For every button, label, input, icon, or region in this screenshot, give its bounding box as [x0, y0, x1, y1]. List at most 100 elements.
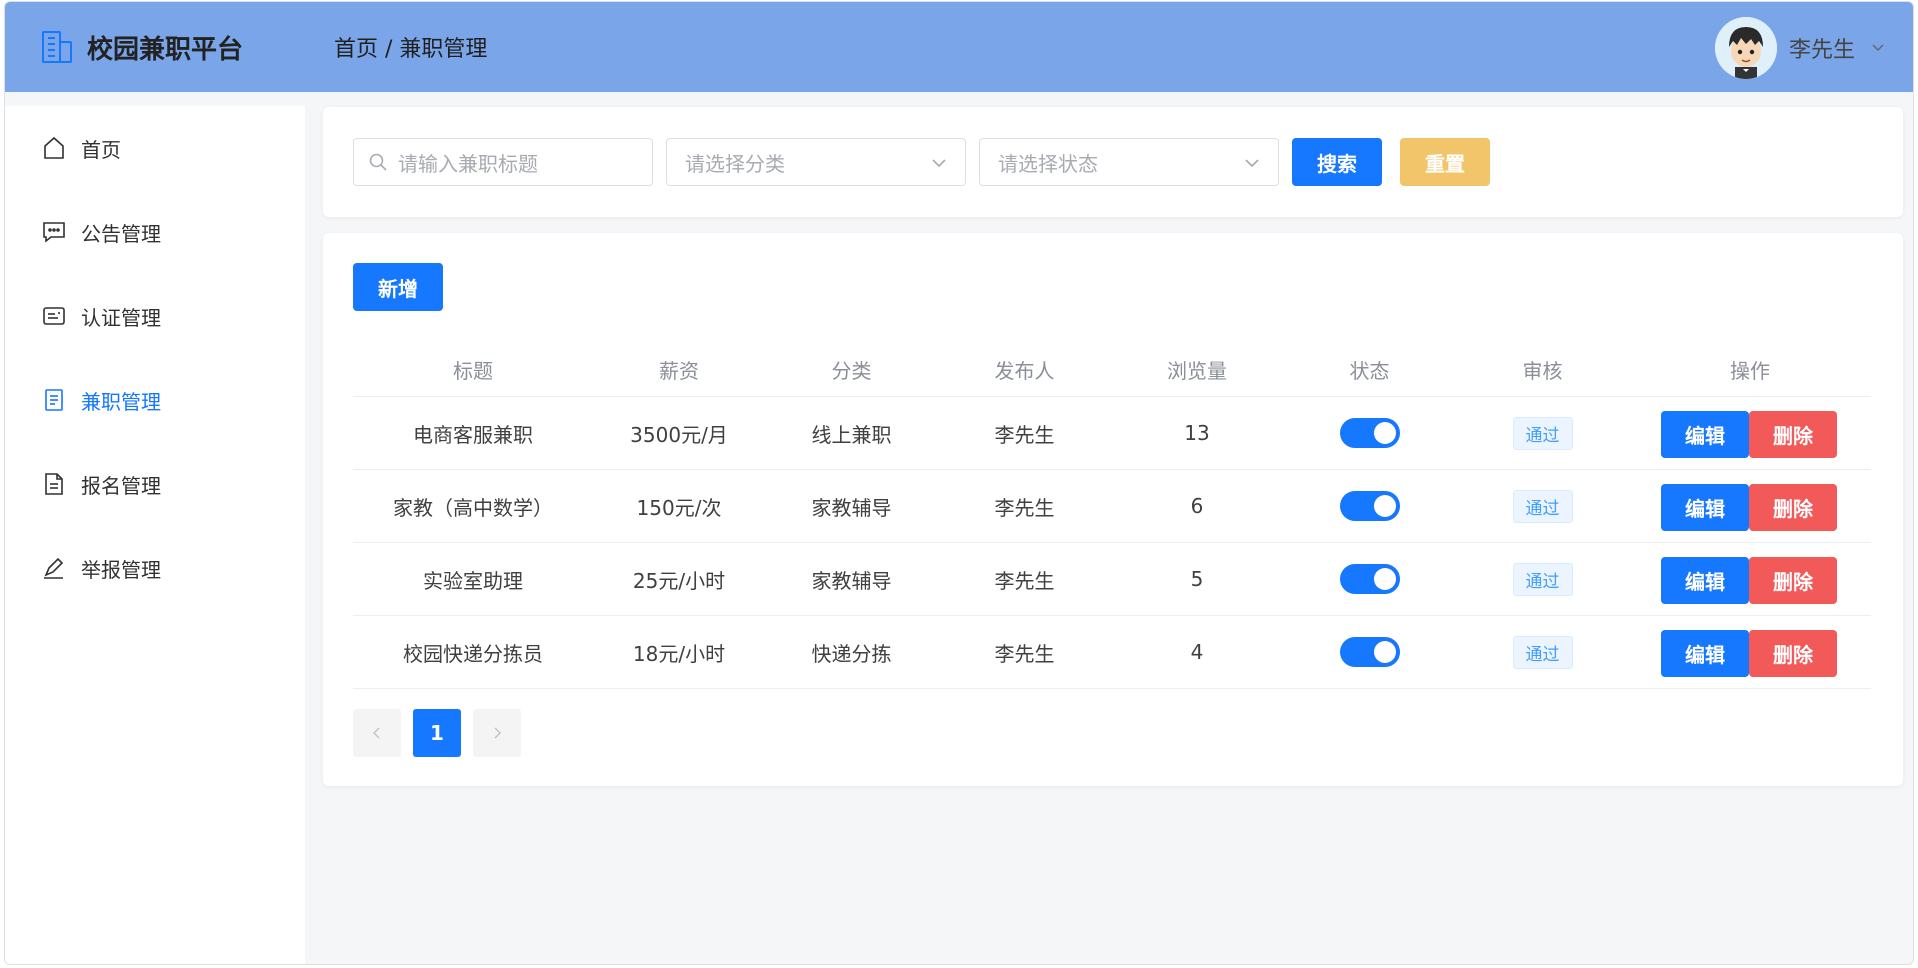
edit-button[interactable]: 编辑: [1661, 411, 1749, 458]
sidebar-item-certification[interactable]: 认证管理: [5, 274, 305, 358]
cell-actions: 编辑 删除: [1629, 470, 1871, 542]
next-page-button[interactable]: [473, 709, 521, 757]
review-tag: 通过: [1512, 489, 1573, 523]
cell-status: [1283, 564, 1456, 594]
cell-views: 13: [1184, 421, 1210, 445]
sidebar-item-home[interactable]: 首页: [5, 106, 305, 190]
prev-page-button[interactable]: [353, 709, 401, 757]
cell-title: 电商客服兼职: [413, 422, 533, 447]
title-search-input[interactable]: 请输入兼职标题: [353, 138, 653, 186]
status-select-placeholder: 请选择状态: [998, 151, 1098, 176]
sidebar-item-reports[interactable]: 举报管理: [5, 526, 305, 610]
status-toggle[interactable]: [1339, 637, 1400, 667]
document-icon: [45, 389, 63, 411]
sidebar-item-label: 认证管理: [81, 305, 161, 330]
chevron-left-icon: [372, 727, 380, 739]
chevron-right-icon: [494, 727, 502, 739]
cell-publisher: 李先生: [994, 568, 1055, 593]
table-header: 标题 薪资 分类 发布人 浏览量 状态 审核 操作: [353, 343, 1871, 397]
cell-actions: 编辑 删除: [1629, 397, 1871, 469]
delete-button[interactable]: 删除: [1749, 484, 1837, 531]
cell-publisher: 李先生: [994, 641, 1055, 666]
sidebar-item-label: 兼职管理: [81, 389, 161, 414]
cell-views: 6: [1190, 494, 1204, 518]
avatar-image: [1714, 17, 1777, 79]
delete-button[interactable]: 删除: [1749, 630, 1837, 677]
edit-button[interactable]: 编辑: [1661, 630, 1749, 677]
chevron-down-icon: [932, 159, 946, 168]
toggle-knob: [1373, 422, 1396, 444]
edit-button[interactable]: 编辑: [1661, 557, 1749, 604]
column-header: 分类: [831, 359, 872, 383]
search-panel: 请输入兼职标题 请选择分类 请选择状态 搜索 重置: [323, 107, 1903, 217]
table-row: 校园快递分拣员 18元/小时 快递分拣 李先生 4 通过 编辑 删除: [353, 616, 1871, 689]
status-toggle[interactable]: [1339, 491, 1400, 521]
sidebar-item-parttime[interactable]: 兼职管理: [5, 358, 305, 442]
cell-review: 通过: [1456, 416, 1629, 450]
search-button[interactable]: 搜索: [1292, 138, 1382, 186]
reset-button[interactable]: 重置: [1400, 138, 1490, 186]
search-icon: [369, 153, 387, 171]
app-window: 校园兼职平台 首页 / 兼职管理 李先生 首页 公告管理 认证管理 兼职管理 报…: [4, 1, 1914, 965]
cell-title: 实验室助理: [423, 568, 523, 593]
cell-review: 通过: [1456, 562, 1629, 596]
cell-actions: 编辑 删除: [1629, 543, 1871, 615]
column-header: 浏览量: [1167, 359, 1227, 383]
cell-title: 家教（高中数学）: [393, 495, 553, 520]
cell-review: 通过: [1456, 489, 1629, 523]
page-number-button[interactable]: 1: [413, 709, 461, 757]
status-toggle[interactable]: [1339, 418, 1400, 448]
table-row: 电商客服兼职 3500元/月 线上兼职 李先生 13 通过 编辑 删除: [353, 397, 1871, 470]
cell-actions: 编辑 删除: [1629, 616, 1871, 688]
user-name[interactable]: 李先生: [1789, 32, 1855, 64]
chevron-down-icon[interactable]: [1871, 41, 1885, 55]
sidebar: 首页 公告管理 认证管理 兼职管理 报名管理 举报管理: [5, 106, 305, 964]
cell-title: 校园快递分拣员: [403, 641, 543, 666]
add-button[interactable]: 新增: [353, 263, 443, 311]
user-menu[interactable]: 李先生: [1714, 17, 1885, 79]
sidebar-item-announcements[interactable]: 公告管理: [5, 190, 305, 274]
cell-publisher: 李先生: [994, 495, 1055, 520]
review-tag: 通过: [1512, 562, 1573, 596]
column-header: 状态: [1349, 359, 1390, 383]
cell-category: 家教辅导: [811, 495, 892, 520]
sidebar-item-registration[interactable]: 报名管理: [5, 442, 305, 526]
toggle-knob: [1373, 495, 1396, 517]
table-panel: 新增 标题 薪资 分类 发布人 浏览量 状态 审核 操作 电商客服兼职 3500…: [323, 233, 1903, 786]
edit-button[interactable]: 编辑: [1661, 484, 1749, 531]
delete-button[interactable]: 删除: [1749, 557, 1837, 604]
status-toggle[interactable]: [1339, 564, 1400, 594]
message-icon: [43, 222, 65, 243]
cell-salary: 3500元/月: [630, 422, 728, 447]
cell-views: 4: [1190, 640, 1204, 664]
category-select-placeholder: 请选择分类: [685, 151, 785, 176]
column-header: 标题: [453, 359, 493, 383]
cell-status: [1283, 418, 1456, 448]
column-header: 操作: [1730, 359, 1770, 383]
jobs-table: 标题 薪资 分类 发布人 浏览量 状态 审核 操作 电商客服兼职 3500元/月…: [353, 343, 1871, 689]
file-icon: [45, 473, 63, 495]
breadcrumb: 首页 / 兼职管理: [334, 37, 488, 62]
sidebar-item-label: 首页: [81, 137, 121, 162]
column-header: 审核: [1522, 359, 1563, 383]
toggle-knob: [1373, 641, 1396, 663]
pagination: 1: [353, 709, 533, 757]
status-select[interactable]: 请选择状态: [979, 138, 1279, 186]
table-row: 实验室助理 25元/小时 家教辅导 李先生 5 通过 编辑 删除: [353, 543, 1871, 616]
title-search-placeholder: 请输入兼职标题: [398, 151, 538, 176]
cell-status: [1283, 491, 1456, 521]
cell-salary: 25元/小时: [632, 568, 726, 593]
review-tag: 通过: [1512, 416, 1573, 450]
category-select[interactable]: 请选择分类: [666, 138, 966, 186]
table-row: 家教（高中数学） 150元/次 家教辅导 李先生 6 通过 编辑 删除: [353, 470, 1871, 543]
avatar[interactable]: [1714, 17, 1777, 79]
cell-status: [1283, 637, 1456, 667]
review-tag: 通过: [1512, 635, 1573, 669]
delete-button[interactable]: 删除: [1749, 411, 1837, 458]
cell-category: 线上兼职: [811, 422, 892, 447]
toggle-knob: [1373, 568, 1396, 590]
cell-category: 快递分拣: [811, 641, 892, 666]
column-header: 薪资: [659, 359, 699, 383]
top-header: 校园兼职平台 首页 / 兼职管理 李先生: [5, 2, 1913, 92]
id-card-icon: [43, 307, 65, 325]
